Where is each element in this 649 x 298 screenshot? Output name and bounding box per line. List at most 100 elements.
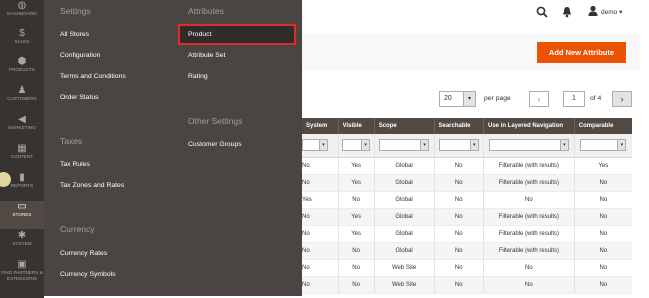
grid-filter-row: ▾ ▾ ▾ ▾ ▾ ▾ (302, 134, 632, 158)
cell-system: No (302, 208, 339, 226)
currency-heading: Currency (60, 224, 95, 234)
cell-visible: No (337, 276, 375, 294)
cell-searchable: No (433, 157, 484, 175)
cell-comparable: No (573, 225, 632, 243)
user-name: demo (601, 9, 618, 16)
cell-visible: Yes (337, 157, 375, 175)
cell-scope: Web Site (373, 259, 434, 277)
dashboard-icon: ◍ (17, 0, 27, 11)
cell-visible: Yes (337, 225, 375, 243)
filter-layered-navigation[interactable]: ▾ (483, 134, 575, 158)
nav-dashboard[interactable]: ◍ DASHBOARD (0, 0, 44, 28)
user-icon[interactable] (588, 5, 598, 20)
table-row[interactable]: Yes No Global No No No (302, 191, 632, 209)
grid-header-row: System Visible Scope Searchable Use in L… (302, 118, 632, 134)
cell-comparable: No (573, 259, 632, 277)
search-icon[interactable] (536, 6, 548, 21)
cell-visible: No (337, 191, 375, 209)
table-row[interactable]: No Yes Global No Filterable (with results) No (302, 174, 632, 192)
cell-layered-navigation: Filterable (with results) (483, 242, 575, 260)
cell-layered-navigation: Filterable (with results) (483, 157, 575, 175)
settings-heading: Settings (60, 6, 91, 16)
nav-dashboard-label: DASHBOARD (7, 11, 37, 16)
menu-attribute-set[interactable]: Attribute Set (188, 52, 225, 59)
previous-page-button[interactable]: ‹ (529, 91, 549, 107)
cell-comparable: Yes (573, 157, 632, 175)
cell-layered-navigation: Filterable (with results) (483, 208, 575, 226)
megaphone-icon: ◀ (18, 114, 26, 125)
cell-layered-navigation: No (483, 276, 575, 294)
column-layered-navigation[interactable]: Use in Layered Navigation (483, 118, 575, 134)
cell-comparable: No (573, 242, 632, 260)
column-system[interactable]: System (302, 118, 339, 134)
cell-comparable: No (573, 174, 632, 192)
nav-content[interactable]: ▦ CONTENT (0, 143, 44, 171)
cell-system: Yes (302, 191, 339, 209)
taxes-heading: Taxes (60, 136, 83, 146)
filter-comparable[interactable]: ▾ (573, 134, 632, 158)
table-row[interactable]: No Yes Global No Filterable (with results) Ye… (302, 157, 632, 175)
menu-currency-rates[interactable]: Currency Rates (60, 250, 107, 257)
nav-products[interactable]: ⬢ PRODUCTS (0, 56, 44, 84)
column-visible[interactable]: Visible (337, 118, 375, 134)
attributes-heading: Attributes (188, 6, 224, 16)
current-page-input[interactable]: 1 (563, 91, 585, 107)
cell-scope: Global (373, 208, 434, 226)
cell-searchable: No (433, 174, 484, 192)
add-new-attribute-button[interactable]: Add New Attribute (537, 42, 626, 63)
nav-sales-label: SALES (14, 39, 30, 44)
filter-scope[interactable]: ▾ (373, 134, 434, 158)
menu-rating[interactable]: Rating (188, 73, 208, 80)
cell-searchable: No (433, 208, 484, 226)
menu-tax-zones-and-rates[interactable]: Tax Zones and Rates (60, 182, 124, 189)
table-row[interactable]: No No Global No Filterable (with results) No (302, 242, 632, 260)
nav-stores[interactable]: ▭ STORES (0, 201, 44, 229)
table-row[interactable]: No No Web Site No No No (302, 259, 632, 277)
column-scope[interactable]: Scope (373, 118, 434, 134)
nav-sales[interactable]: $ SALES (0, 28, 44, 56)
table-row[interactable]: No Yes Global No Filterable (with results) No (302, 225, 632, 243)
bell-icon[interactable] (562, 6, 572, 21)
menu-configuration[interactable]: Configuration (60, 52, 100, 59)
column-comparable[interactable]: Comparable (573, 118, 632, 134)
next-page-button[interactable]: › (612, 91, 632, 107)
per-page-select[interactable]: 20 ▾ (439, 91, 476, 107)
nav-customers-label: CUSTOMERS (7, 96, 37, 101)
cell-scope: Global (373, 157, 434, 175)
filter-visible[interactable]: ▾ (337, 134, 375, 158)
menu-tax-rules[interactable]: Tax Rules (60, 161, 90, 168)
chevron-down-icon: ▾ (319, 140, 327, 151)
cell-searchable: No (433, 242, 484, 260)
menu-product[interactable]: Product (188, 31, 211, 38)
page-count-label: of 4 (590, 95, 602, 102)
table-row[interactable]: No Yes Global No Filterable (with results) No (302, 208, 632, 226)
chevron-down-icon: ▾ (469, 140, 478, 151)
nav-content-label: CONTENT (10, 154, 34, 159)
stores-flyout-menu: Settings All Stores Configuration Terms … (44, 0, 302, 296)
person-icon: ♟ (17, 85, 27, 96)
menu-customer-groups[interactable]: Customer Groups (188, 141, 242, 148)
nav-stores-label: STORES (12, 212, 32, 217)
chevron-down-icon: ▾ (420, 140, 429, 151)
cell-comparable: No (573, 191, 632, 209)
chevron-right-icon: › (620, 94, 624, 104)
filter-searchable[interactable]: ▾ (433, 134, 484, 158)
nav-marketing[interactable]: ◀ MARKETING (0, 114, 44, 142)
cell-visible: No (337, 259, 375, 277)
menu-order-status[interactable]: Order Status (60, 94, 99, 101)
column-searchable[interactable]: Searchable (433, 118, 484, 134)
nav-find-partners-label: FIND PARTNERS & EXTENSIONS (1, 270, 43, 281)
nav-find-partners[interactable]: ▣ FIND PARTNERS & EXTENSIONS (0, 259, 44, 293)
nav-system[interactable]: ✱ SYSTEM (0, 230, 44, 258)
menu-currency-symbols[interactable]: Currency Symbols (60, 271, 116, 278)
menu-all-stores[interactable]: All Stores (60, 31, 89, 38)
nav-system-label: SYSTEM (12, 241, 32, 246)
nav-customers[interactable]: ♟ CUSTOMERS (0, 85, 44, 113)
per-page-value: 20 (444, 95, 452, 102)
cell-visible: No (337, 242, 375, 260)
filter-system[interactable]: ▾ (302, 134, 339, 158)
cell-system: No (302, 157, 339, 175)
user-menu[interactable]: demo ▾ (601, 8, 622, 16)
menu-terms-and-conditions[interactable]: Terms and Conditions (60, 73, 126, 80)
table-row[interactable]: No No Web Site No No No (302, 276, 632, 294)
